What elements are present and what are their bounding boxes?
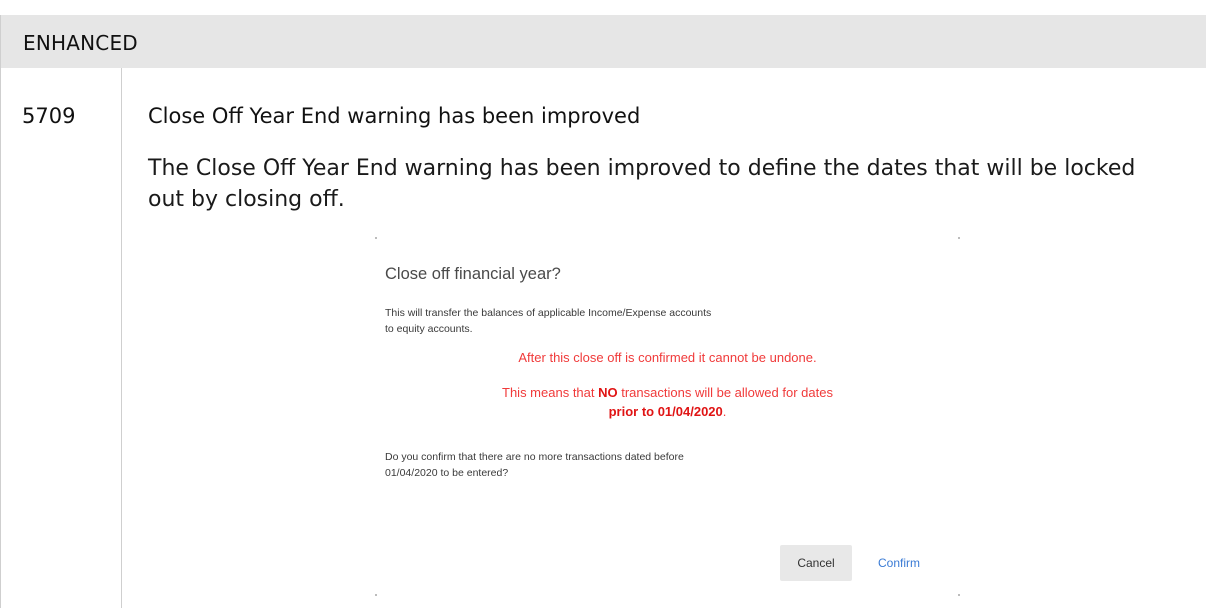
dialog-warning-date: prior to 01/04/2020. <box>370 402 965 421</box>
dialog-question-text: Do you confirm that there are no more tr… <box>385 451 684 479</box>
dialog-warning-undone: After this close off is confirmed it can… <box>518 350 817 365</box>
ticket-id: 5709 <box>22 104 76 128</box>
dialog-intro-text: This will transfer the balances of appli… <box>385 307 712 335</box>
table-left-border <box>0 68 1 608</box>
entry-title: Close Off Year End warning has been impr… <box>148 104 641 128</box>
warning-text: transactions will be allowed for dates <box>617 385 833 400</box>
warning-date-emphasis: prior to 01/04/2020 <box>608 404 723 419</box>
warning-text: . <box>722 404 727 419</box>
dialog-title: Close off financial year? <box>385 265 561 283</box>
section-header: ENHANCED <box>0 15 1206 68</box>
close-off-dialog-screenshot: Close off financial year? This will tran… <box>370 232 965 598</box>
dialog-corner-mark <box>958 594 960 596</box>
confirm-button[interactable]: Confirm <box>864 545 934 581</box>
warning-emphasis: NO <box>598 385 618 400</box>
section-header-label: ENHANCED <box>23 31 138 55</box>
release-notes-page: ENHANCED 5709 Close Off Year End warning… <box>0 0 1206 608</box>
dialog-warning-no-transactions: This means that NO transactions will be … <box>370 383 965 402</box>
entry-description: The Close Off Year End warning has been … <box>148 156 1136 212</box>
warning-text: This means that <box>502 385 599 400</box>
cancel-button[interactable]: Cancel <box>780 545 852 581</box>
table-column-divider <box>121 68 122 608</box>
dialog-corner-mark <box>375 237 377 239</box>
dialog-corner-mark <box>375 594 377 596</box>
dialog-corner-mark <box>958 237 960 239</box>
